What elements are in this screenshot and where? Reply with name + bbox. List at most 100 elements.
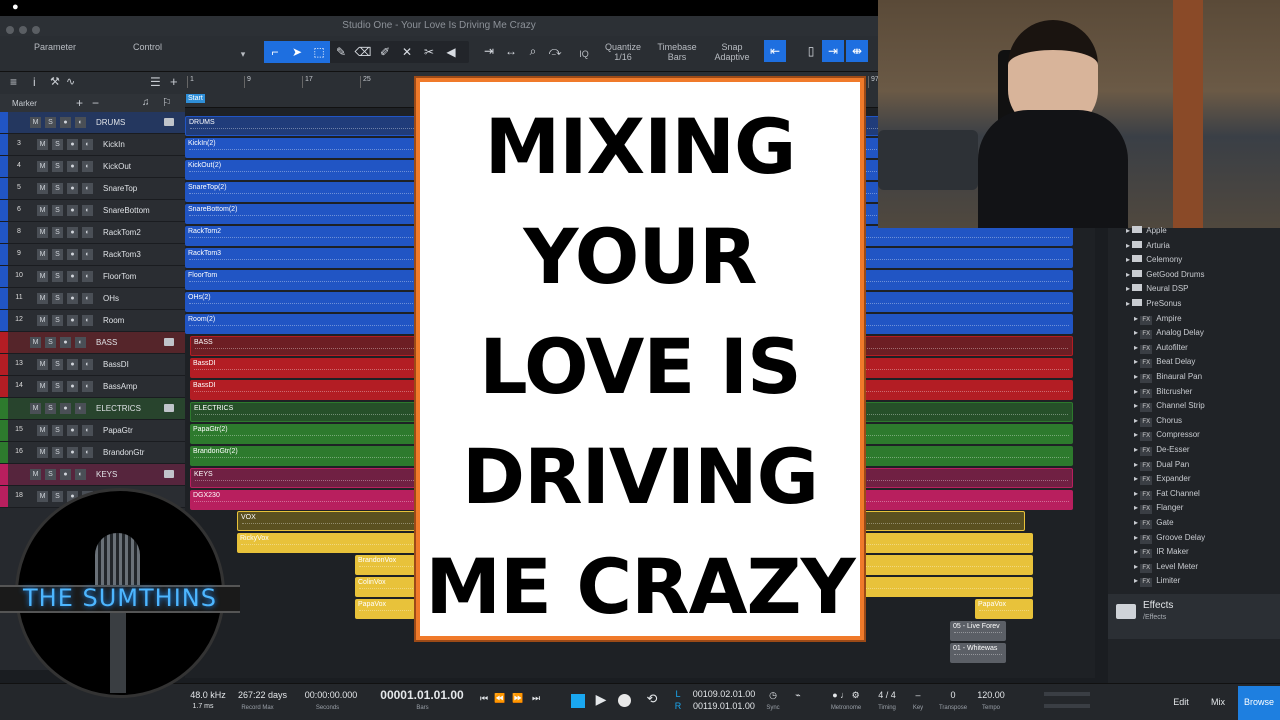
browser-folder[interactable]: ▸ GetGood Drums	[1126, 269, 1205, 284]
transpose-value[interactable]: 0	[935, 690, 971, 700]
record-button[interactable]	[618, 694, 631, 707]
snap-selector[interactable]: Snap Adaptive	[707, 42, 757, 62]
edit-button[interactable]: Edit	[1164, 697, 1198, 707]
browser-folder[interactable]: ▸ PreSonus	[1126, 299, 1181, 313]
monitor-button[interactable]: ◐	[82, 183, 93, 194]
stretch-icon[interactable]: ↔	[500, 40, 522, 62]
browser-plugin[interactable]: ▸ FX Expander	[1134, 474, 1191, 488]
solo-button[interactable]: S	[52, 293, 63, 304]
folder-icon[interactable]	[164, 338, 174, 346]
browser-plugin[interactable]: ▸ FX Level Meter	[1134, 562, 1198, 576]
browser-plugin[interactable]: ▸ FX Chorus	[1134, 416, 1182, 430]
monitor-button[interactable]: ◐	[82, 271, 93, 282]
track-floortom[interactable]: 10 M S ● ◐ FloorTom	[0, 266, 185, 288]
mute-button[interactable]: M	[37, 161, 48, 172]
loop-start[interactable]: 00109.02.01.00	[688, 689, 760, 699]
record-arm-button[interactable]: ●	[60, 117, 71, 128]
solo-button[interactable]: S	[52, 425, 63, 436]
follow-icon[interactable]: ⇥	[822, 40, 844, 62]
forward-end-icon[interactable]: ⏭	[530, 693, 542, 704]
scroll-icon[interactable]: ⇼	[846, 40, 868, 62]
track-name[interactable]: BrandonGtr	[103, 448, 144, 457]
wrench-icon[interactable]: ⚒	[50, 75, 60, 88]
record-arm-button[interactable]: ●	[67, 381, 78, 392]
monitor-button[interactable]: ◐	[82, 425, 93, 436]
track-name[interactable]: BassAmp	[103, 382, 137, 391]
chevron-down-icon[interactable]: ▾	[238, 49, 248, 69]
folder-icon[interactable]	[164, 404, 174, 412]
record-arm-button[interactable]: ●	[67, 227, 78, 238]
mute-button[interactable]: M	[37, 293, 48, 304]
track-papagtr[interactable]: 15 M S ● ◐ PapaGtr	[0, 420, 185, 442]
browser-plugin[interactable]: ▸ FX Bitcrusher	[1134, 387, 1192, 401]
audio-clip[interactable]: PapaVox	[975, 599, 1033, 619]
monitor-button[interactable]: ◐	[75, 403, 86, 414]
listen-tool-icon[interactable]: ◀	[440, 41, 462, 63]
track-name[interactable]: KickIn	[103, 140, 125, 149]
mix-button[interactable]: Mix	[1201, 697, 1235, 707]
automation-icon[interactable]: ∿	[66, 75, 75, 88]
audio-clip[interactable]: 01 - Whitewas	[950, 643, 1006, 663]
zoom-fit-icon[interactable]: ⇥	[478, 40, 500, 62]
solo-button[interactable]: S	[45, 337, 56, 348]
record-arm-button[interactable]: ●	[67, 315, 78, 326]
solo-button[interactable]: S	[52, 315, 63, 326]
loop-end[interactable]: 00119.01.01.00	[688, 701, 760, 711]
record-arm-button[interactable]: ●	[67, 425, 78, 436]
browser-plugin[interactable]: ▸ FX Channel Strip	[1134, 401, 1205, 415]
browser-plugin[interactable]: ▸ FX Groove Delay	[1134, 533, 1205, 547]
stop-button[interactable]	[571, 694, 585, 708]
flag-icon[interactable]: ⚐	[162, 96, 172, 109]
track-room[interactable]: 12 M S ● ◐ Room	[0, 310, 185, 332]
solo-button[interactable]: S	[52, 249, 63, 260]
mute-button[interactable]: M	[37, 381, 48, 392]
record-arm-button[interactable]: ●	[67, 271, 78, 282]
range-tool-icon[interactable]: ⌐	[264, 41, 286, 63]
track-name[interactable]: SnareBottom	[103, 206, 150, 215]
monitor-button[interactable]: ◐	[82, 293, 93, 304]
browser-plugin[interactable]: ▸ FX Limiter	[1134, 576, 1180, 590]
quantize-selector[interactable]: Quantize 1/16	[600, 42, 646, 62]
track-name[interactable]: Room	[103, 316, 124, 325]
browser-plugin[interactable]: ▸ FX Autofilter	[1134, 343, 1188, 357]
track-name[interactable]: FloorTom	[103, 272, 136, 281]
browser-folder[interactable]: ▸ Celemony	[1126, 255, 1182, 269]
record-arm-button[interactable]: ●	[67, 139, 78, 150]
folder-track-bass[interactable]: M S ● ◐ BASS	[0, 332, 185, 354]
track-kickout[interactable]: 4 M S ● ◐ KickOut	[0, 156, 185, 178]
arrow-tool-icon[interactable]: ➤	[286, 41, 308, 63]
track-bassamp[interactable]: 14 M S ● ◐ BassAmp	[0, 376, 185, 398]
monitor-button[interactable]: ◐	[82, 161, 93, 172]
mute-button[interactable]: M	[37, 315, 48, 326]
solo-button[interactable]: S	[45, 117, 56, 128]
mute-button[interactable]: M	[37, 227, 48, 238]
info-icon[interactable]: i	[33, 75, 36, 89]
track-name[interactable]: BASS	[96, 338, 117, 347]
paint-tool-icon[interactable]: ✐	[374, 41, 396, 63]
track-name[interactable]: BassDI	[103, 360, 129, 369]
bend-icon[interactable]: ⤼	[544, 40, 566, 62]
solo-button[interactable]: S	[52, 227, 63, 238]
eraser-tool-icon[interactable]: ⌫	[352, 41, 374, 63]
mute-button[interactable]: M	[30, 469, 41, 480]
monitor-button[interactable]: ◐	[82, 139, 93, 150]
record-arm-button[interactable]: ●	[60, 469, 71, 480]
monitor-button[interactable]: ◐	[75, 337, 86, 348]
marker-remove-icon[interactable]: −	[92, 96, 99, 110]
solo-button[interactable]: S	[52, 161, 63, 172]
track-name[interactable]: ELECTRICS	[96, 404, 141, 413]
monitor-button[interactable]: ◐	[82, 359, 93, 370]
record-arm-button[interactable]: ●	[67, 293, 78, 304]
mute-button[interactable]: M	[37, 249, 48, 260]
browser-plugin[interactable]: ▸ FX Compressor	[1134, 430, 1200, 444]
monitor-button[interactable]: ◐	[82, 381, 93, 392]
record-arm-button[interactable]: ●	[67, 161, 78, 172]
monitor-button[interactable]: ◐	[75, 117, 86, 128]
folder-track-keys[interactable]: M S ● ◐ KEYS	[0, 464, 185, 486]
browser-plugin[interactable]: ▸ FX IR Maker	[1134, 547, 1189, 561]
browser-folder[interactable]: ▸ Neural DSP	[1126, 284, 1189, 298]
record-arm-button[interactable]: ●	[67, 249, 78, 260]
solo-button[interactable]: S	[52, 139, 63, 150]
list-icon[interactable]: ☰	[150, 75, 161, 89]
solo-button[interactable]: S	[52, 205, 63, 216]
